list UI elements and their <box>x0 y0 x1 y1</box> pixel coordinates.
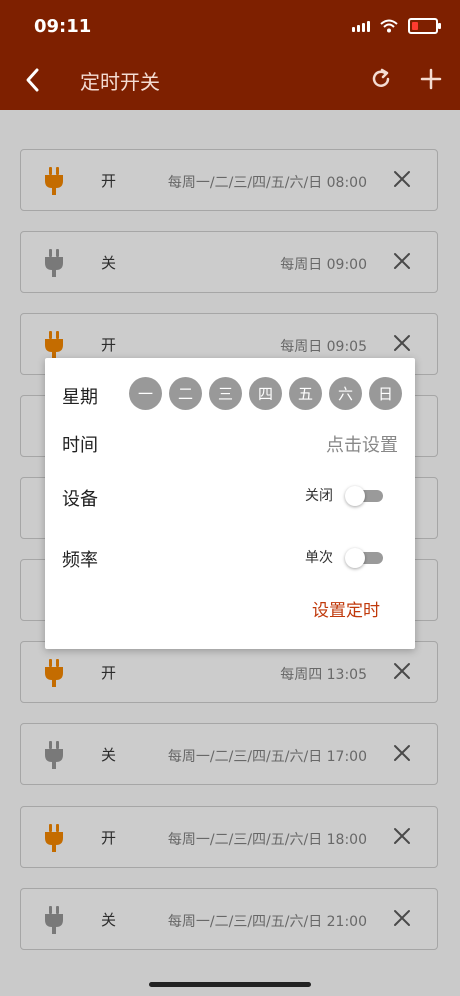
weekday-chip[interactable]: 四 <box>249 377 282 410</box>
device-label: 设备 <box>62 489 98 510</box>
device-toggle-row: 关闭 <box>305 484 385 506</box>
refresh-icon[interactable] <box>370 68 392 90</box>
frequency-toggle[interactable] <box>345 546 385 568</box>
status-icons <box>352 18 441 34</box>
device-toggle[interactable] <box>345 484 385 506</box>
timer-dialog: 星期 一二三四五六日 时间 点击设置 设备 关闭 频率 单次 设置定时 <box>45 358 415 649</box>
time-label: 时间 <box>62 435 98 456</box>
back-arrow-icon[interactable] <box>22 66 42 94</box>
battery-icon <box>408 18 441 34</box>
frequency-label: 频率 <box>62 550 98 571</box>
weekday-chip[interactable]: 六 <box>329 377 362 410</box>
page-title: 定时开关 <box>80 70 160 94</box>
weekday-chip[interactable]: 日 <box>369 377 402 410</box>
signal-icon <box>352 20 370 32</box>
weekday-chip[interactable]: 五 <box>289 377 322 410</box>
week-label: 星期 <box>62 387 98 408</box>
wifi-icon <box>380 19 398 33</box>
weekday-chip[interactable]: 一 <box>129 377 162 410</box>
frequency-toggle-text: 单次 <box>305 550 333 566</box>
device-toggle-text: 关闭 <box>305 488 333 504</box>
time-picker[interactable]: 点击设置 <box>326 431 398 457</box>
weekday-chip[interactable]: 二 <box>169 377 202 410</box>
set-timer-button[interactable]: 设置定时 <box>312 596 380 621</box>
home-indicator <box>149 982 311 987</box>
nav-bar: 定时开关 <box>0 52 460 110</box>
frequency-toggle-row: 单次 <box>305 546 385 568</box>
add-icon[interactable] <box>420 68 442 90</box>
weekday-chip[interactable]: 三 <box>209 377 242 410</box>
status-bar: 09:11 <box>0 0 460 52</box>
weekday-selector: 一二三四五六日 <box>129 377 402 410</box>
status-time: 09:11 <box>34 16 92 37</box>
